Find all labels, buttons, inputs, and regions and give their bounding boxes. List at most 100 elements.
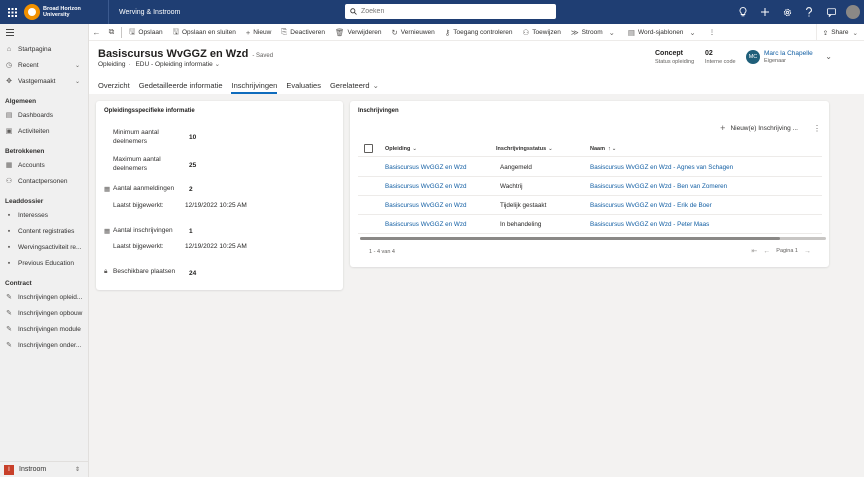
back-arrow-icon[interactable]: ←	[89, 24, 104, 41]
section-opleidingsspecifieke-informatie: Opleidingsspecifieke informatie Minimum …	[96, 101, 343, 290]
flow-button[interactable]: ≫ Stroom ⌄	[566, 24, 623, 41]
cell-naam[interactable]: Basiscursus WvGGZ en Wzd - Ben van Zomer…	[590, 177, 727, 196]
sidebar-item-dashboards[interactable]: ▤ Dashboards	[0, 107, 88, 123]
column-header-inschrijvingsstatus[interactable]: Inschrijvingsstatus ⌄	[496, 141, 553, 157]
deactivate-button[interactable]: ⎘ Deactiveren	[276, 24, 330, 41]
previous-page-icon[interactable]: ←	[763, 248, 770, 255]
header-field-owner[interactable]: MC Marc la Chapelle Eigenaar	[746, 50, 813, 64]
more-options-icon[interactable]: ⋮	[813, 124, 821, 133]
sidebar-item-vastgemaakt[interactable]: ✥ Vastgemaakt ⌄	[0, 73, 88, 89]
sidebar-item-inschrijvingen-opbouw[interactable]: ✎ Inschrijvingen opbouw	[0, 305, 88, 321]
chevron-down-icon: ⌄	[608, 27, 615, 37]
scrollbar-thumb[interactable]	[360, 237, 780, 240]
refresh-icon: ↻	[391, 27, 398, 37]
sidebar-group-title: Contract	[5, 279, 32, 287]
check-access-button[interactable]: ⚷ Toegang controleren	[440, 24, 518, 41]
deactivate-label: Deactiveren	[290, 28, 325, 36]
settings-gear-icon[interactable]	[776, 0, 798, 24]
select-all-checkbox[interactable]	[364, 144, 373, 153]
column-header-opleiding[interactable]: Opleiding ⌄	[385, 141, 417, 157]
app-name[interactable]: Werving & Instroom	[119, 9, 344, 16]
user-avatar[interactable]	[846, 5, 860, 19]
plus-icon[interactable]	[754, 0, 776, 24]
word-templates-button[interactable]: ▤ Word-sjablonen ⌄	[623, 24, 704, 41]
tab-gedetailleerde-informatie[interactable]: Gedetailleerde informatie	[139, 76, 223, 94]
plus-icon: +	[245, 27, 251, 37]
new-button[interactable]: + Nieuw	[241, 24, 276, 41]
sitemap-sidebar: ⌂ Startpagina ◷ Recent ⌄ ✥ Vastgemaakt ⌄ Alge…	[0, 24, 89, 477]
sidebar-item-label: Contactpersonen	[18, 177, 68, 185]
cell-status: Wachtrij	[500, 183, 523, 190]
save-button[interactable]: 🖫 Opslaan	[124, 24, 168, 41]
sidebar-item-inschrijvingen-onderdeel[interactable]: ✎ Inschrijvingen onder...	[0, 337, 88, 353]
tab-overzicht[interactable]: Overzicht	[98, 76, 130, 94]
sidebar-item-startpagina[interactable]: ⌂ Startpagina	[0, 41, 88, 57]
more-commands-icon[interactable]: ⋮	[704, 24, 721, 41]
form-selector[interactable]: EDU - Opleiding informatie ⌄	[135, 61, 220, 68]
sidebar-item-recent[interactable]: ◷ Recent ⌄	[0, 57, 88, 73]
flow-icon: ≫	[570, 27, 579, 37]
help-icon[interactable]	[798, 0, 820, 24]
record-count: 1 - 4 van 4	[369, 249, 395, 255]
logo-mark-icon	[24, 4, 40, 20]
share-button[interactable]: ⇪ Share ⌄	[815, 24, 864, 41]
table-row[interactable]: Basiscursus WvGGZ en Wzd Aangemeld Basis…	[358, 158, 822, 177]
delete-label: Verwijderen	[347, 28, 382, 36]
sidebar-item-inschrijvingen-module[interactable]: ✎ Inschrijvingen module	[0, 321, 88, 337]
app-launcher-icon[interactable]	[4, 4, 20, 20]
sidebar-item-wervingsactiviteit[interactable]: ▪ Wervingsactiviteit re...	[0, 239, 88, 255]
grid-header: Opleiding ⌄ Inschrijvingsstatus ⌄ Naam ↑ ⌄	[358, 141, 822, 157]
delete-button[interactable]: 🗑 Verwijderen	[330, 24, 387, 41]
owner-name[interactable]: Marc la Chapelle	[764, 50, 813, 57]
sidebar-item-label: Vastgemaakt	[18, 77, 56, 85]
tab-inschrijvingen[interactable]: Inschrijvingen	[231, 76, 277, 94]
table-row[interactable]: Basiscursus WvGGZ en Wzd Tijdelijk gesta…	[358, 196, 822, 215]
refresh-button[interactable]: ↻ Vernieuwen	[386, 24, 439, 41]
cell-opleiding[interactable]: Basiscursus WvGGZ en Wzd	[385, 177, 467, 196]
lightbulb-icon[interactable]	[732, 0, 754, 24]
sidebar-item-previous-education[interactable]: ▪ Previous Education	[0, 255, 88, 271]
code-label: Interne code	[705, 59, 736, 65]
status-label: Status opleiding	[655, 59, 695, 65]
sidebar-item-inschrijvingen-opleiding[interactable]: ✎ Inschrijvingen opleid...	[0, 289, 88, 305]
cell-opleiding[interactable]: Basiscursus WvGGZ en Wzd	[385, 196, 467, 215]
save-status: - Saved	[252, 53, 274, 59]
field-value: 24	[189, 270, 197, 277]
share-label: Share	[831, 29, 849, 36]
next-page-icon[interactable]: →	[804, 248, 811, 255]
cell-opleiding[interactable]: Basiscursus WvGGZ en Wzd	[385, 215, 467, 234]
field-value[interactable]: 10	[189, 134, 196, 141]
sidebar-item-contactpersonen[interactable]: ⚇ Contactpersonen	[0, 173, 88, 189]
activity-icon: ▣	[5, 128, 13, 135]
cell-naam[interactable]: Basiscursus WvGGZ en Wzd - Agnes van Sch…	[590, 158, 733, 177]
field-label: Laatst bijgewerkt:	[113, 243, 164, 250]
first-page-icon[interactable]: ⇤	[751, 247, 757, 255]
assign-button[interactable]: ⚇ Toewijzen	[518, 24, 566, 41]
new-inschrijving-button[interactable]: Nieuw(e) Inschrijving ...	[730, 125, 798, 132]
edit-icon: ✎	[6, 310, 12, 317]
sidebar-item-content-registraties[interactable]: ▪ Content registraties	[0, 223, 88, 239]
horizontal-scrollbar[interactable]	[360, 237, 826, 240]
sidebar-item-activiteiten[interactable]: ▣ Activiteiten	[0, 123, 88, 139]
table-row[interactable]: Basiscursus WvGGZ en Wzd In behandeling …	[358, 215, 822, 234]
save-and-close-button[interactable]: 🖫 Opslaan en sluiten	[168, 24, 241, 41]
hamburger-menu-icon[interactable]	[0, 24, 88, 41]
tab-evaluaties[interactable]: Evaluaties	[286, 76, 321, 94]
open-in-new-window-icon[interactable]: ⧉	[104, 24, 119, 41]
column-header-naam[interactable]: Naam ↑ ⌄	[590, 141, 616, 157]
area-switcher[interactable]: I Instroom ⇕	[0, 461, 88, 477]
chat-icon[interactable]	[820, 0, 842, 24]
word-templates-label: Word-sjablonen	[638, 28, 684, 36]
search-box[interactable]	[345, 4, 556, 19]
sidebar-item-interesses[interactable]: ▪ Interesses	[0, 207, 88, 223]
expand-header-chevron-icon[interactable]: ⌄	[825, 52, 832, 61]
tab-gerelateerd[interactable]: Gerelateerd ⌄	[330, 76, 379, 94]
sidebar-item-accounts[interactable]: ▦ Accounts	[0, 157, 88, 173]
cell-naam[interactable]: Basiscursus WvGGZ en Wzd - Erik de Boer	[590, 196, 712, 215]
field-value[interactable]: 25	[189, 162, 196, 169]
cell-naam[interactable]: Basiscursus WvGGZ en Wzd - Peter Maas	[590, 215, 709, 234]
search-input[interactable]	[361, 8, 541, 15]
cell-opleiding[interactable]: Basiscursus WvGGZ en Wzd	[385, 158, 467, 177]
table-row[interactable]: Basiscursus WvGGZ en Wzd Wachtrij Basisc…	[358, 177, 822, 196]
org-logo[interactable]: Broad Horizon University	[24, 4, 102, 20]
